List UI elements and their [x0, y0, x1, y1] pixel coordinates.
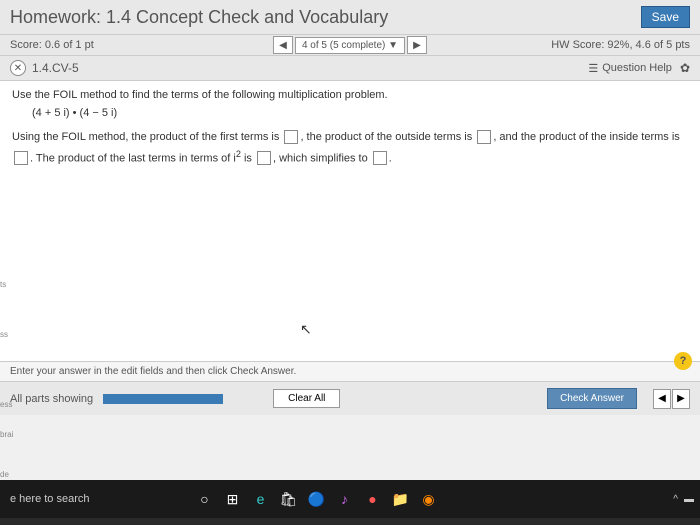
system-tray[interactable]: ^ ▬ — [673, 494, 694, 505]
question-number: 1.4.CV-5 — [32, 61, 588, 75]
question-pager: ◀ 4 of 5 (5 complete) ▼ ▶ — [273, 36, 427, 54]
battery-icon[interactable]: ▬ — [684, 494, 694, 505]
question-help-button[interactable]: ☰ Question Help — [588, 62, 672, 75]
chrome-icon[interactable]: 🔵 — [306, 488, 328, 510]
score-label: Score: 0.6 of 1 pt — [10, 39, 94, 51]
app2-icon[interactable]: ◉ — [418, 488, 440, 510]
blank-outside[interactable] — [477, 130, 491, 144]
footer-next-button[interactable]: ▶ — [672, 389, 690, 409]
store-icon[interactable]: 🛍 — [278, 488, 300, 510]
cortana-icon[interactable]: ○ — [194, 488, 216, 510]
blank-inside[interactable] — [14, 151, 28, 165]
parts-showing-label: All parts showing — [10, 393, 93, 405]
explorer-icon[interactable]: 📁 — [390, 488, 412, 510]
blank-first[interactable] — [284, 130, 298, 144]
blank-simplify[interactable] — [373, 151, 387, 165]
question-status-icon: ✕ — [10, 60, 26, 76]
prev-question-button[interactable]: ◀ — [273, 36, 293, 54]
windows-taskbar: e here to search ○ ⊞ e 🛍 🔵 ♪ ● 📁 ◉ ^ ▬ — [0, 480, 700, 518]
browser-side-labels: ts ss ess brai de — [0, 270, 13, 490]
tray-up-icon[interactable]: ^ — [673, 494, 678, 505]
pager-dropdown[interactable]: 4 of 5 (5 complete) ▼ — [295, 37, 405, 54]
question-prompt: Use the FOIL method to find the terms of… — [12, 89, 688, 101]
next-question-button[interactable]: ▶ — [407, 36, 427, 54]
help-icon[interactable]: ? — [674, 352, 692, 370]
page-title: Homework: 1.4 Concept Check and Vocabula… — [10, 7, 388, 28]
clear-all-button[interactable]: Clear All — [273, 389, 340, 408]
taskbar-search[interactable]: e here to search — [6, 493, 90, 505]
progress-bar — [103, 394, 223, 404]
itunes-icon[interactable]: ♪ — [334, 488, 356, 510]
hint-bar: Enter your answer in the edit fields and… — [0, 361, 700, 381]
foil-sentence: Using the FOIL method, the product of th… — [12, 129, 688, 168]
task-view-icon[interactable]: ⊞ — [222, 488, 244, 510]
gear-icon[interactable]: ✿ — [680, 61, 690, 75]
edge-icon[interactable]: e — [250, 488, 272, 510]
save-button[interactable]: Save — [641, 6, 690, 28]
hw-score-label: HW Score: 92%, 4.6 of 5 pts — [551, 39, 690, 51]
question-content: Use the FOIL method to find the terms of… — [0, 81, 700, 361]
cursor-icon: ↖ — [300, 321, 312, 338]
check-answer-button[interactable]: Check Answer — [547, 388, 637, 409]
list-icon: ☰ — [588, 62, 598, 75]
app-icon[interactable]: ● — [362, 488, 384, 510]
footer-prev-button[interactable]: ◀ — [653, 389, 671, 409]
question-expression: (4 + 5 i) • (4 − 5 i) — [32, 107, 688, 119]
blank-last[interactable] — [257, 151, 271, 165]
